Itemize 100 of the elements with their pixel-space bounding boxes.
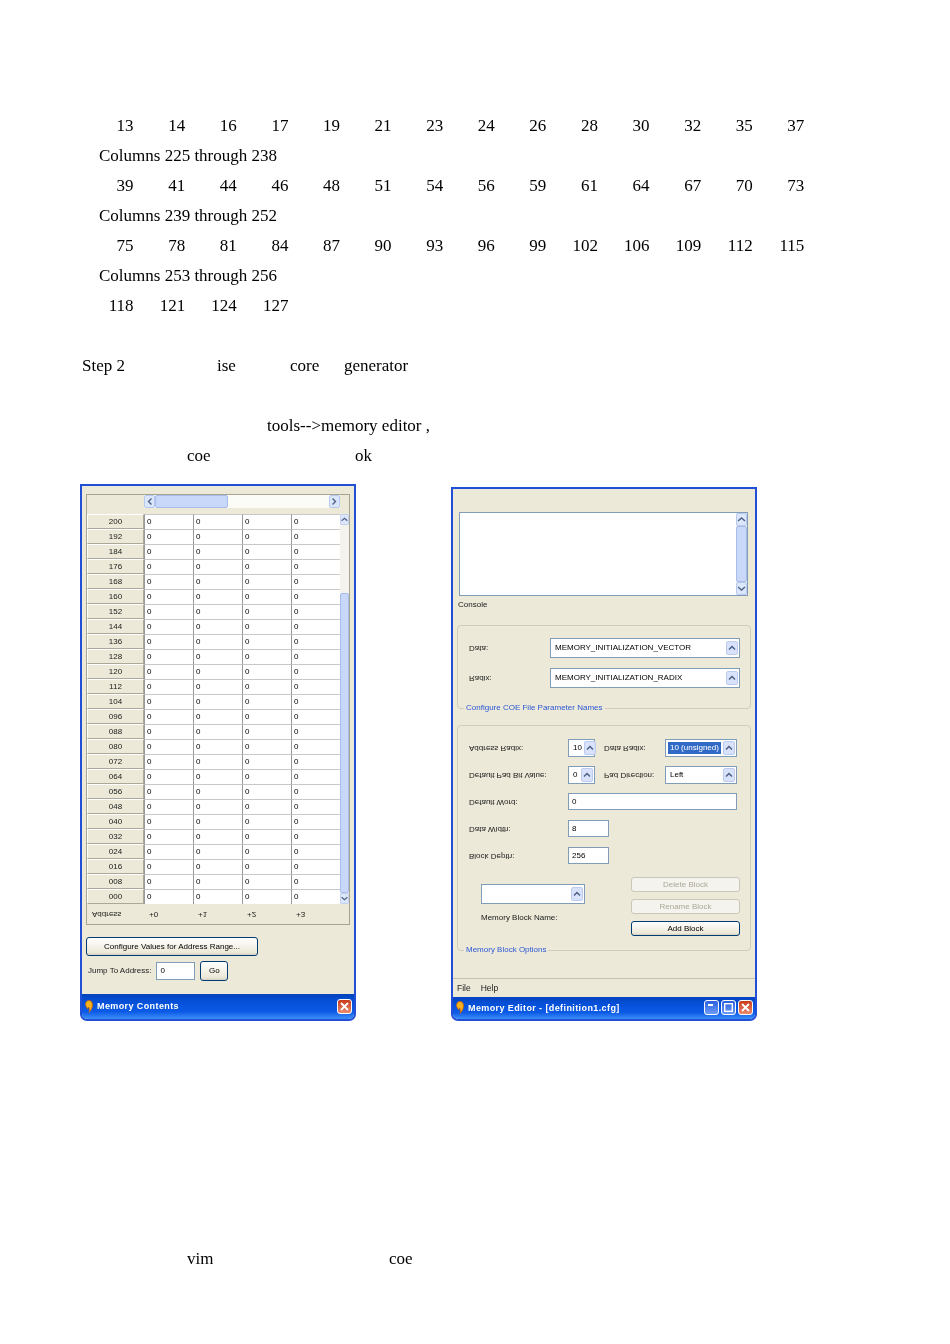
dropdown[interactable]: 0 — [568, 766, 595, 784]
vertical-scrollbar[interactable] — [736, 513, 747, 595]
matrix-value: 70 — [735, 176, 753, 195]
row-header: 192 — [87, 529, 144, 544]
table-cell: 0 — [193, 724, 242, 739]
row-header: 160 — [87, 589, 144, 604]
chevron-icon — [571, 887, 583, 901]
matrix-value: 59 — [529, 176, 547, 195]
table-cell: 0 — [144, 694, 193, 709]
matrix-value: 26 — [529, 116, 547, 135]
table-cell: 0 — [193, 559, 242, 574]
table-cell: 0 — [193, 874, 242, 889]
dropdown[interactable]: Left — [665, 766, 737, 784]
table-cell: 0 — [291, 649, 340, 664]
row-header: 176 — [87, 559, 144, 574]
table-cell: 0 — [193, 604, 242, 619]
maximize-button[interactable] — [721, 1000, 736, 1016]
row-header: 168 — [87, 574, 144, 589]
table-cell: 0 — [291, 679, 340, 694]
table-cell: 0 — [193, 754, 242, 769]
table-cell: 0 — [144, 574, 193, 589]
table-cell: 0 — [291, 754, 340, 769]
block-button[interactable]: Add Block — [631, 921, 740, 936]
scrollbar-thumb[interactable] — [340, 593, 349, 893]
table-cell: 0 — [242, 739, 291, 754]
matrix-value: 102 — [572, 236, 598, 255]
maximize-icon — [724, 1003, 733, 1013]
table-cell: 0 — [193, 799, 242, 814]
group-legend: Configure COE File Parameter Names — [464, 703, 605, 713]
table-cell: 0 — [242, 814, 291, 829]
note-text: vim — [187, 1248, 214, 1270]
configure-values-button[interactable]: Configure Values for Address Range... — [86, 937, 258, 956]
table-cell: 0 — [144, 634, 193, 649]
menu-item[interactable]: Help — [480, 983, 499, 993]
scroll-arrow-icon[interactable] — [329, 495, 340, 508]
text-field[interactable]: 8 — [568, 820, 609, 838]
scrollbar-thumb[interactable] — [155, 495, 228, 508]
table-cell: 0 — [193, 514, 242, 529]
close-button[interactable] — [337, 999, 352, 1014]
vertical-scrollbar[interactable] — [340, 514, 349, 904]
table-cell: 0 — [144, 814, 193, 829]
column-range-heading: Columns 239 through 252 — [99, 206, 278, 225]
table-cell: 0 — [144, 769, 193, 784]
matrix-value: 127 — [262, 296, 289, 315]
dropdown[interactable]: 10 — [568, 739, 595, 757]
console-output[interactable] — [459, 512, 748, 596]
matrix-value: 13 — [116, 116, 134, 135]
table-cell: 0 — [291, 769, 340, 784]
table-cell: 0 — [193, 544, 242, 559]
scroll-arrow-icon[interactable] — [144, 495, 155, 508]
table-cell: 0 — [291, 859, 340, 874]
close-icon — [340, 1002, 349, 1011]
table-cell: 0 — [242, 619, 291, 634]
horizontal-scrollbar[interactable] — [144, 495, 340, 508]
table-cell: 0 — [291, 844, 340, 859]
column-header: +2 — [247, 910, 257, 919]
table-cell: 0 — [242, 844, 291, 859]
instruction-text: coe — [187, 445, 211, 467]
table-cell: 0 — [242, 889, 291, 904]
table-cell: 0 — [291, 529, 340, 544]
menu-item[interactable]: File — [457, 983, 471, 993]
heading-text: ise — [217, 355, 236, 377]
text-field[interactable]: 0 — [568, 793, 737, 811]
dropdown[interactable]: MEMORY_INITIALIZATION_RADIX — [550, 668, 740, 688]
table-cell: 0 — [291, 694, 340, 709]
address-input[interactable]: 0 — [156, 962, 196, 980]
row-header: 136 — [87, 634, 144, 649]
table-cell: 0 — [144, 679, 193, 694]
heading-text: core — [290, 355, 320, 377]
table-cell: 0 — [291, 589, 340, 604]
scroll-arrow-icon[interactable] — [340, 514, 349, 525]
table-cell: 0 — [242, 724, 291, 739]
table-cell: 0 — [144, 844, 193, 859]
dropdown[interactable]: 10 (unsigned) — [665, 739, 737, 757]
close-button[interactable] — [738, 1000, 753, 1016]
text-field[interactable]: 256 — [568, 847, 609, 865]
matrix-value: 75 — [116, 236, 134, 255]
dropdown[interactable] — [481, 884, 585, 904]
table-cell: 0 — [144, 859, 193, 874]
matrix-value: 56 — [477, 176, 495, 195]
scroll-arrow-icon[interactable] — [340, 893, 349, 904]
table-cell: 0 — [144, 709, 193, 724]
chevron-icon — [726, 641, 738, 655]
dropdown[interactable]: MEMORY_INITIALIZATION_VECTOR — [550, 638, 740, 658]
window-title: Memory Contents — [97, 1001, 179, 1012]
field-label: Jump To Address: — [88, 966, 152, 976]
minimize-button[interactable] — [704, 1000, 719, 1016]
row-header: 072 — [87, 754, 144, 769]
table-cell: 0 — [144, 724, 193, 739]
row-header: 032 — [87, 829, 144, 844]
scrollbar-thumb[interactable] — [736, 526, 747, 582]
column-range-heading: Columns 253 through 256 — [99, 266, 278, 285]
chevron-icon — [581, 768, 593, 782]
table-cell: 0 — [242, 829, 291, 844]
table-cell: 0 — [242, 694, 291, 709]
field-label: Data Radix: — [604, 744, 646, 753]
table-cell: 0 — [242, 784, 291, 799]
table-cell: 0 — [193, 679, 242, 694]
go-button[interactable]: Go — [200, 961, 229, 981]
row-header: 000 — [87, 889, 144, 904]
